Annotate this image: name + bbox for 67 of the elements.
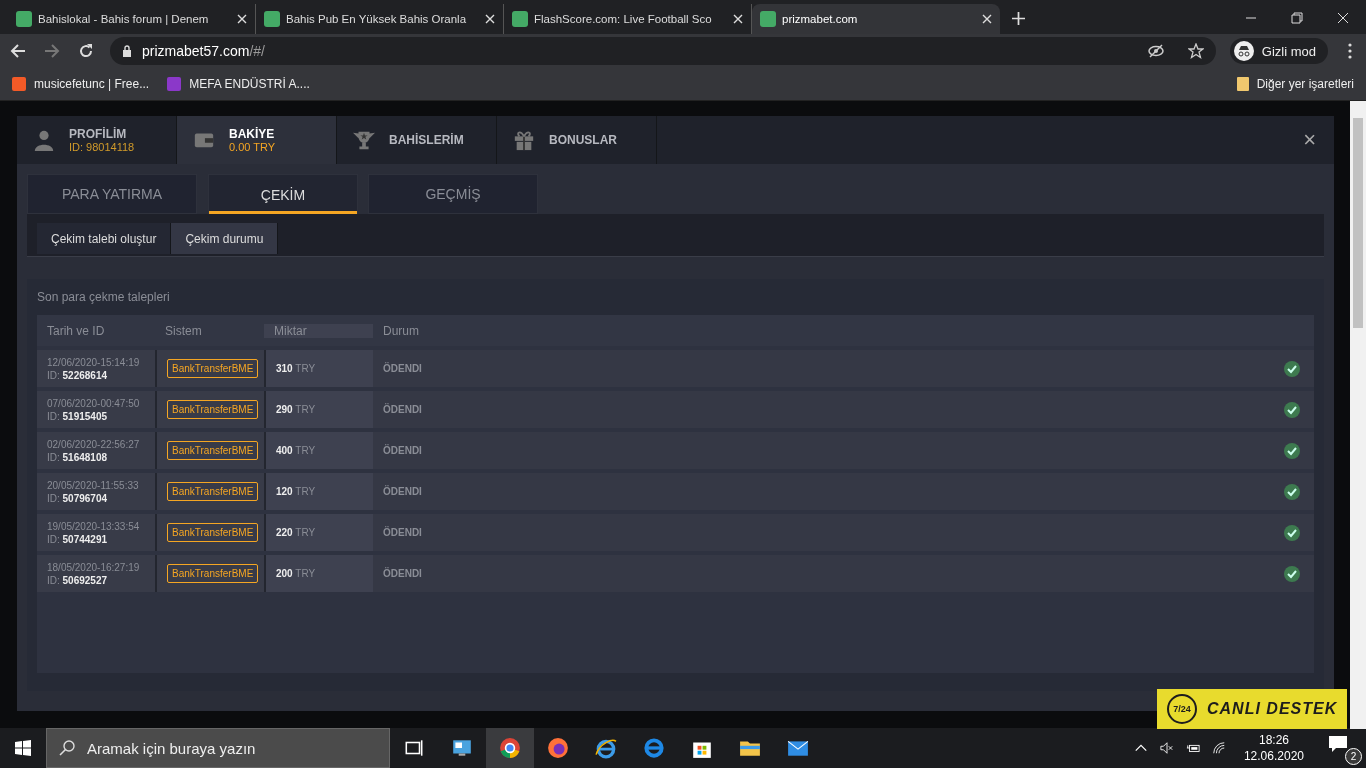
restore-icon[interactable] [1291,12,1303,24]
close-icon[interactable] [982,14,992,24]
check-icon [1284,483,1300,500]
amount-cell: 310 TRY [264,350,373,387]
star-icon[interactable] [1187,43,1204,59]
column-header: Tarih ve ID [46,323,106,338]
date-id-cell-text: 20/05/2020-11:55:33 ID: 50796704 [46,478,140,506]
site-favicon-icon [264,11,280,27]
bookmark-link[interactable]: MEFA ENDÜSTRİ A.... [167,77,310,91]
section-title: Son para çekme talepleri [37,289,171,306]
back-arrow-icon[interactable] [8,43,28,59]
amount-cell: 120 TRY [264,473,373,510]
bookmark-link[interactable]: musicefetunc | Free... [12,77,150,91]
browser-tab[interactable]: prizmabet.com [752,4,1000,34]
amount-cell: 290 TRY [264,391,373,428]
date-id-cell-text: 07/06/2020-00:47:50 ID: 51915405 [46,396,141,424]
hours-badge: 7/24 [1167,694,1197,724]
account-tab[interactable]: BAKİYE 0.00 TRY [177,116,337,164]
lock-icon [122,45,132,57]
incognito-profile-button[interactable]: Gizli mod [1229,38,1328,64]
person-icon [33,129,55,151]
close-icon[interactable] [485,14,495,24]
taskbar-search-field[interactable]: Aramak için buraya yazın [85,738,377,758]
amount-cell: 400 TRY [264,432,373,469]
notifications-button[interactable]: 2 [1316,730,1366,766]
column-header: Miktar [264,323,373,338]
check-icon [1284,360,1300,377]
close-button[interactable]: × [1285,116,1334,164]
section-tab[interactable]: ÇEKİM [208,174,358,214]
sub-tab[interactable]: Çekim talebi oluştur [37,223,172,254]
site-favicon-icon [760,11,776,27]
search-icon [59,740,75,756]
amount-cell: 220 TRY [264,514,373,551]
date-id-cell-text: 02/06/2020-22:56:27 ID: 51648108 [46,437,141,465]
column-header: Durum [382,323,420,338]
date-id-cell-text: 18/05/2020-16:27:19 ID: 50692527 [46,560,141,588]
notification-count: 2 [1345,748,1362,765]
address-bar[interactable]: prizmabet57.com/#/ [110,37,1216,65]
site-favicon-icon [512,11,528,27]
scrollbar[interactable] [1350,101,1366,729]
forward-arrow-icon[interactable] [42,43,62,59]
site-favicon-icon [16,11,32,27]
date-id-cell-text: 19/05/2020-13:33:54 ID: 50744291 [46,519,141,547]
gift-icon [513,129,535,151]
message-icon [1328,734,1348,754]
close-icon[interactable] [1337,12,1349,24]
clock[interactable]: 18:26 12.06.2020 [1231,732,1316,764]
close-icon[interactable] [733,14,743,24]
close-icon[interactable] [237,14,247,24]
check-icon [1284,442,1300,459]
trophy-icon [353,129,375,151]
other-bookmarks-link[interactable]: Diğer yer işaretleri [1236,77,1354,91]
check-icon [1284,401,1300,418]
amount-cell: 200 TRY [264,555,373,592]
new-tab-icon[interactable] [1012,12,1025,25]
section-tab[interactable]: PARA YATIRMA [27,174,197,214]
eye-slash-icon[interactable] [1147,43,1164,59]
sub-tab[interactable]: Çekim durumu [171,223,279,254]
incognito-icon [1233,41,1254,61]
column-header: Sistem [164,323,203,338]
taskbar-search-box[interactable]: Aramak için buraya yazın [46,728,390,768]
check-icon [1284,565,1300,582]
check-icon [1284,524,1300,541]
section-tab[interactable]: GEÇMİŞ [368,174,538,214]
live-support-banner[interactable]: 7/24 CANLI DESTEK [1157,689,1348,729]
chrome-browser-icon[interactable] [486,728,534,768]
date-id-cell-text: 12/06/2020-15:14:19 ID: 52268614 [46,355,141,383]
